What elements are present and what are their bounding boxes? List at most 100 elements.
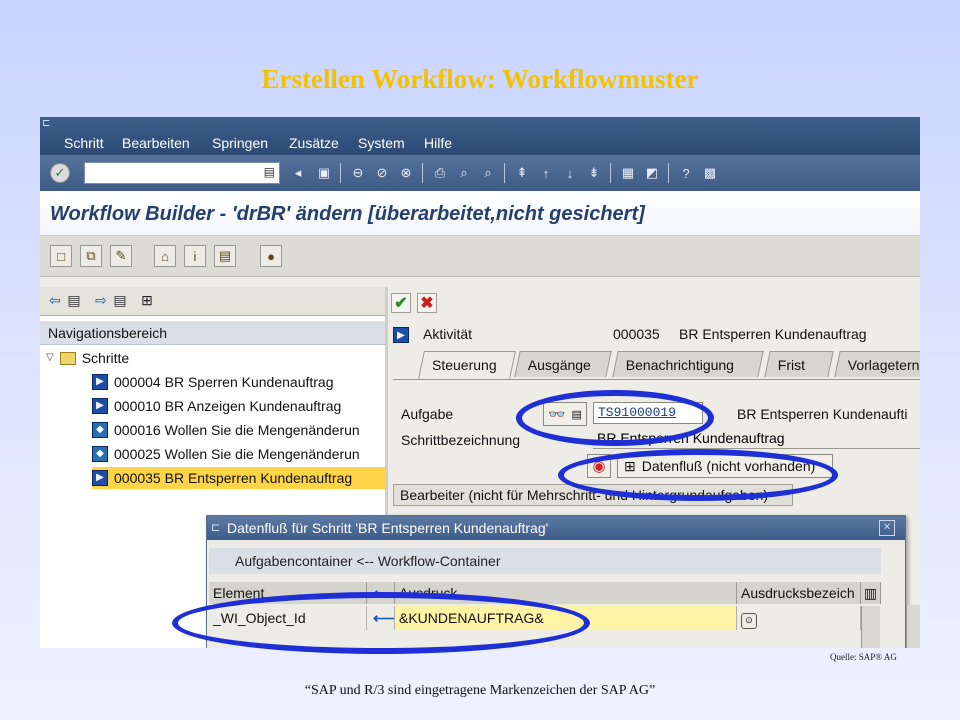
tree-root-steps[interactable]: ▽ Schritte xyxy=(46,347,129,369)
menu-springen[interactable]: Springen xyxy=(212,135,268,151)
find-icon[interactable]: ⌕ xyxy=(454,163,474,183)
highlight-oval-binding xyxy=(172,592,590,654)
vertical-scrollbar[interactable] xyxy=(861,606,880,648)
menu-hilfe[interactable]: Hilfe xyxy=(424,135,452,151)
activity-step-icon: ▶ xyxy=(92,374,108,390)
menu-system[interactable]: System xyxy=(358,135,405,151)
tree-item-step[interactable]: ▶ 000010 BR Anzeigen Kundenauftrag xyxy=(92,395,385,417)
command-field[interactable]: ▤ xyxy=(84,162,280,184)
help-icon[interactable]: ? xyxy=(676,163,696,183)
detail-tabs: Steuerung Ausgänge Benachrichtigung Fris… xyxy=(389,351,920,379)
step-type-label: Aktivität xyxy=(423,326,473,342)
back-arrow-icon[interactable]: ◂ xyxy=(288,163,308,183)
step-header-row: ▶ Aktivität 000035 BR Entsperren Kundena… xyxy=(393,325,920,345)
standard-toolbar: ✓ ▤ ◂ ▣ ⊖ ⊘ ⊗ ⎙ ⌕ ⌕ ⇞ ↑ ↓ ⇟ ▦ ◩ ? ▩ xyxy=(40,155,920,191)
first-page-icon[interactable]: ⇞ xyxy=(512,163,532,183)
activity-step-icon: ▶ xyxy=(393,327,409,343)
folder-icon xyxy=(59,351,76,365)
tree-item-label: 000004 BR Sperren Kundenauftrag xyxy=(114,374,334,390)
application-toolbar: □ ⧉ ✎ ⌂ i ▤ ● xyxy=(40,236,920,277)
shortcut-icon[interactable]: ◩ xyxy=(642,163,662,183)
back-dropdown-icon[interactable]: ▤ xyxy=(66,290,82,310)
task-description: BR Entsperren Kundenaufti xyxy=(737,406,908,422)
previous-page-icon[interactable]: ↑ xyxy=(536,163,556,183)
last-page-icon[interactable]: ⇟ xyxy=(584,163,604,183)
dialog-subheader: Aufgabencontainer <-- Workflow-Container xyxy=(209,548,881,574)
tree-item-label: 000016 Wollen Sie die Mengenänderun xyxy=(114,422,360,438)
slide-title: Erstellen Workflow: Workflowmuster xyxy=(261,64,699,94)
highlight-oval-task xyxy=(516,390,714,446)
layout-menu-icon[interactable]: ▩ xyxy=(700,163,720,183)
activity-step-icon: ▶ xyxy=(92,470,108,486)
dialog-title: Datenfluß für Schritt 'BR Entsperren Kun… xyxy=(227,520,549,536)
tab-vorlagetermin[interactable]: Vorlagetern xyxy=(834,351,920,377)
info-icon[interactable]: i xyxy=(184,245,206,267)
tree-root-label: Schritte xyxy=(81,350,130,366)
menu-zusaetze[interactable]: Zusätze xyxy=(289,135,339,151)
column-header-description[interactable]: Ausdrucksbezeich xyxy=(737,582,861,604)
tab-steuerung[interactable]: Steuerung xyxy=(418,351,516,379)
trademark-footer: “SAP und R/3 sind eingetragene Markenzei… xyxy=(304,683,656,698)
tree-item-label: 000010 BR Anzeigen Kundenauftrag xyxy=(114,398,342,414)
command-input[interactable] xyxy=(85,163,263,183)
new-session-icon[interactable]: ▦ xyxy=(618,163,638,183)
menu-schritt[interactable]: Schritt xyxy=(64,135,104,151)
checkmark-icon: ✓ xyxy=(54,165,66,180)
collapse-triangle-icon[interactable]: ▽ xyxy=(46,347,54,369)
tree-item-step[interactable]: ◆ 000016 Wollen Sie die Mengenänderun xyxy=(92,419,385,441)
column-settings-icon[interactable]: ▥ xyxy=(861,582,881,604)
edit-icon[interactable]: ✎ xyxy=(110,245,132,267)
value-help-icon[interactable]: ⊙ xyxy=(741,613,757,629)
tree-item-step-selected[interactable]: ▶ 000035 BR Entsperren Kundenauftrag xyxy=(92,467,385,489)
copy-icon[interactable]: ⧉ xyxy=(80,245,102,267)
menu-bearbeiten[interactable]: Bearbeiten xyxy=(122,135,190,151)
panel-scroll-edge xyxy=(906,605,920,648)
cancel-icon[interactable]: ⊗ xyxy=(396,163,416,183)
navigation-header: Navigationsbereich xyxy=(40,321,385,345)
print-icon[interactable]: ⎙ xyxy=(430,163,450,183)
back-arrow-icon[interactable]: ⇦ xyxy=(44,290,66,310)
close-icon[interactable]: ✕ xyxy=(879,520,895,536)
step-description-label: Schrittbezeichnung xyxy=(401,432,521,448)
next-page-icon[interactable]: ↓ xyxy=(560,163,580,183)
user-decision-icon: ◆ xyxy=(92,422,108,438)
forward-arrow-icon[interactable]: ⇨ xyxy=(90,290,112,310)
container-icon[interactable]: ▤ xyxy=(214,245,236,267)
cancel-x-icon[interactable]: ✖ xyxy=(417,293,437,313)
task-label: Aufgabe xyxy=(401,406,454,422)
tab-frist[interactable]: Frist xyxy=(764,351,834,377)
exit-icon[interactable]: ⊘ xyxy=(372,163,392,183)
test-icon[interactable]: ● xyxy=(260,245,282,267)
screen-title: Workflow Builder - 'drBR' ändern [überar… xyxy=(50,203,645,225)
step-number: 000035 xyxy=(613,326,660,342)
history-dropdown-icon[interactable]: ▤ xyxy=(264,165,275,179)
find-next-icon[interactable]: ⌕ xyxy=(478,163,498,183)
transfer-checkmark-icon[interactable]: ✔ xyxy=(391,293,411,313)
tree-item-step[interactable]: ◆ 000025 Wollen Sie die Mengenänderun xyxy=(92,443,385,465)
user-decision-icon: ◆ xyxy=(92,446,108,462)
tab-benachrichtigung[interactable]: Benachrichtigung xyxy=(612,351,764,377)
tree-structure-icon[interactable]: ⊞ xyxy=(136,290,158,310)
detail-toolbar: ✔ ✖ xyxy=(389,287,920,321)
dialog-title-bar: ⊏ Datenfluß für Schritt 'BR Entsperren K… xyxy=(207,516,905,540)
tree-item-step[interactable]: ▶ 000004 BR Sperren Kundenauftrag xyxy=(92,371,385,393)
tree-item-label: 000035 BR Entsperren Kundenauftrag xyxy=(114,470,353,486)
enter-button[interactable]: ✓ xyxy=(50,163,70,183)
navigation-toolbar: ⇦ ▤ ⇨ ▤ ⊞ xyxy=(40,287,385,316)
dialog-window-icon: ⊏ xyxy=(211,522,221,534)
tree-item-label: 000025 Wollen Sie die Mengenänderun xyxy=(114,446,360,462)
system-menu-icon[interactable]: ⊏ xyxy=(42,118,56,129)
save-icon[interactable]: ▣ xyxy=(314,163,334,183)
new-document-icon[interactable]: □ xyxy=(50,245,72,267)
workflow-graphic-icon[interactable]: ⌂ xyxy=(154,245,176,267)
tab-ausgaenge[interactable]: Ausgänge xyxy=(514,351,612,377)
back-icon[interactable]: ⊖ xyxy=(348,163,368,183)
cell-description[interactable]: ⊙ xyxy=(737,606,861,630)
sap-window: ⊏ Schritt Bearbeiten Springen Zusätze Sy… xyxy=(40,117,920,648)
source-note: Quelle: SAP® AG xyxy=(830,652,897,662)
step-name: BR Entsperren Kundenauftrag xyxy=(679,326,867,342)
screen-title-bar: Workflow Builder - 'drBR' ändern [überar… xyxy=(40,191,920,236)
highlight-oval-dataflow xyxy=(558,449,838,501)
forward-dropdown-icon[interactable]: ▤ xyxy=(112,290,128,310)
menu-bar: ⊏ Schritt Bearbeiten Springen Zusätze Sy… xyxy=(40,117,920,155)
